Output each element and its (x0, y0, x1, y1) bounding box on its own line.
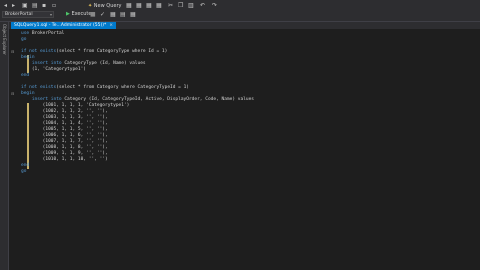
code-keyword: begin (21, 91, 35, 96)
code-text: Category (Id, CategoryTypeId, Active, Di… (61, 97, 254, 102)
object-explorer-label[interactable]: Object Explorer (1, 24, 7, 55)
code-text: (1004, 1, 1, 4, '', ''), (21, 121, 108, 126)
query-icon-3[interactable]: ▦ (146, 3, 152, 9)
new-project-icon[interactable]: ▣ (22, 3, 28, 9)
code-text: (1008, 1, 1, 8, '', ''), (21, 145, 108, 150)
execute-button[interactable]: ▶ Execute (66, 11, 91, 17)
code-keyword: use (21, 31, 30, 36)
code-text: (1009, 1, 1, 9, '', ''), (21, 151, 108, 156)
code-text: (1, 'Categorytype1') (21, 67, 87, 72)
cut-icon[interactable]: ✂ (168, 3, 173, 9)
code-text: (1006, 1, 1, 6, '', ''), (21, 133, 108, 138)
grid-icon[interactable]: ▦ (130, 12, 136, 18)
save-icon[interactable]: ▪ (42, 3, 46, 9)
toolbar: ◂ ▸ ▣ ▤ ▪ ▫ ✦ New Query ▦ ▦ ▦ ▦ ✂ ❐ ▥ ↶ … (0, 0, 480, 22)
play-icon: ▶ (66, 11, 70, 17)
paste-icon[interactable]: ▥ (188, 3, 194, 9)
code-line: go (21, 169, 254, 175)
code-text: (select * from Category where CategoryTy… (56, 85, 189, 90)
close-icon[interactable]: × (109, 23, 113, 28)
code-keyword: insert into (21, 97, 62, 102)
open-icon[interactable]: ▤ (32, 3, 38, 9)
code-keyword: if not exists (21, 49, 57, 54)
collapse-icon[interactable]: ⊟ (11, 49, 14, 55)
save-all-icon[interactable]: ▫ (52, 3, 56, 9)
redo-icon[interactable]: ↷ (212, 3, 217, 9)
chevron-down-icon: ▾ (49, 12, 52, 17)
code-keyword: end (21, 163, 30, 168)
back-icon[interactable]: ◂ (4, 3, 7, 9)
parse-icon[interactable]: ✓ (100, 12, 105, 18)
database-dropdown[interactable]: BrokerPortal ▾ (2, 11, 54, 18)
forward-icon[interactable]: ▸ (12, 3, 15, 9)
plan-icon[interactable]: ▦ (110, 12, 116, 18)
code-text: (select * from CategoryType where Id = 1… (56, 49, 168, 54)
code-text: (1007, 1, 1, 7, '', ''), (21, 139, 108, 144)
undo-icon[interactable]: ↶ (200, 3, 205, 9)
query-icon[interactable]: ▦ (126, 3, 132, 9)
copy-icon[interactable]: ❐ (178, 3, 183, 9)
code-keyword: begin (21, 55, 35, 60)
code-keyword: end (21, 73, 30, 78)
query-icon-2[interactable]: ▦ (136, 3, 142, 9)
code-keyword: go (21, 169, 27, 174)
code-text: (1005, 1, 1, 5, '', ''), (21, 127, 108, 132)
code-keyword: go (21, 37, 27, 42)
code-text: (1010, 1, 1, 10, '', '') (21, 157, 108, 162)
code-text: (1003, 1, 1, 3, '', ''), (21, 115, 108, 120)
tab-strip: SQLQuery1.sql - Te...Administrator (55))… (9, 22, 480, 29)
code-text[interactable]: use BrokerPortal go if not exists(select *… (21, 31, 254, 175)
code-text: BrokerPortal (29, 31, 65, 36)
collapse-icon[interactable]: ⊟ (11, 91, 14, 97)
tab-sqlquery[interactable]: SQLQuery1.sql - Te...Administrator (55))… (11, 22, 116, 29)
code-text: (1002, 1, 1, 2, '', ''), (21, 109, 108, 114)
database-dropdown-value: BrokerPortal (5, 12, 33, 17)
stop-icon[interactable]: ■ (90, 12, 96, 18)
results-icon[interactable]: ▤ (120, 12, 126, 18)
code-keyword: insert into (21, 61, 62, 66)
code-text: CategoryType (Id, Name) values (61, 61, 146, 66)
new-query-button[interactable]: ✦ New Query (88, 3, 122, 9)
query-icon-4[interactable]: ▦ (156, 3, 162, 9)
left-sidebar (0, 22, 9, 270)
query-editor[interactable]: ⊟ ⊟ use BrokerPortal go if not exists(sele… (9, 29, 480, 270)
code-keyword: if not exists (21, 85, 57, 90)
code-text: (1001, 1, 1, 1, 'Categorytype1') (21, 103, 130, 108)
tab-title: SQLQuery1.sql - Te...Administrator (55))… (14, 23, 107, 28)
